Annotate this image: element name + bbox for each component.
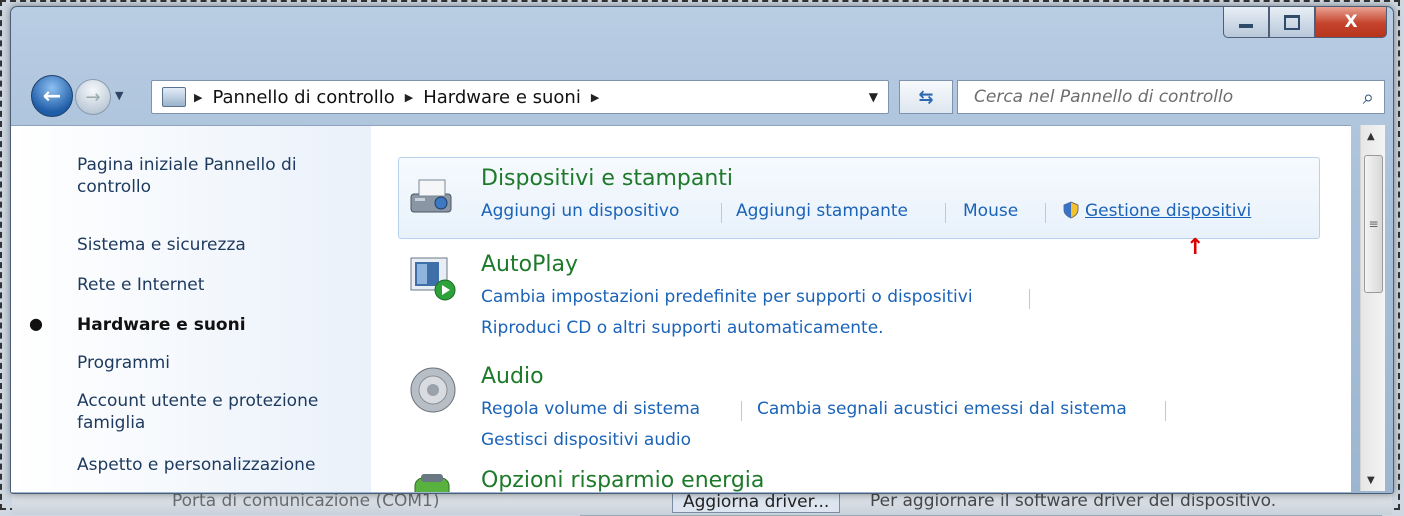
active-bullet-icon: ●	[29, 314, 43, 333]
breadcrumb-separator-icon[interactable]: ▶	[405, 91, 413, 104]
group-devices-printers: Dispositivi e stampanti Aggiungi un disp…	[398, 157, 1320, 239]
minimize-button[interactable]	[1223, 7, 1269, 38]
speaker-icon	[410, 367, 456, 413]
maximize-icon	[1284, 14, 1300, 30]
group-title[interactable]: Dispositivi e stampanti	[481, 166, 733, 191]
close-button[interactable]: X	[1315, 7, 1387, 38]
divider	[741, 401, 742, 421]
battery-icon	[414, 474, 450, 492]
group-title-power[interactable]: Opzioni risparmio energia	[481, 468, 764, 492]
sidebar: Pagina iniziale Pannello di controllo Si…	[11, 125, 371, 492]
annotation-arrow-icon: ↑	[1186, 235, 1205, 260]
scroll-thumb[interactable]: ≡	[1364, 155, 1383, 293]
control-panel-icon	[162, 87, 186, 107]
scroll-down-icon[interactable]: ▼	[1367, 475, 1375, 486]
search-input[interactable]	[972, 86, 1336, 108]
group-title-autoplay[interactable]: AutoPlay	[481, 252, 578, 277]
sidebar-item-appearance[interactable]: Aspetto e personalizzazione	[77, 454, 315, 476]
search-icon[interactable]: ⌕	[1363, 85, 1374, 109]
sidebar-item-programs[interactable]: Programmi	[77, 352, 170, 374]
link-play-cd[interactable]: Riproduci CD o altri supporti automatica…	[481, 318, 884, 338]
back-button[interactable]: ←	[31, 75, 73, 117]
background-text: Porta di comunicazione (COM1)	[172, 491, 440, 511]
address-bar[interactable]: ▶ Pannello di controllo ▶ Hardware e suo…	[151, 80, 889, 114]
link-add-device[interactable]: Aggiungi un dispositivo	[481, 201, 679, 221]
control-panel-window: X ← → ▼ ▶ Pannello di controllo ▶ Hardwa…	[10, 6, 1394, 494]
link-system-sounds[interactable]: Cambia segnali acustici emessi dal siste…	[757, 399, 1127, 419]
printer-camera-icon	[410, 179, 452, 213]
breadcrumb-control-panel[interactable]: Pannello di controllo	[212, 87, 394, 108]
link-mouse[interactable]: Mouse	[963, 201, 1018, 221]
background-button: Aggiorna driver...	[672, 491, 841, 513]
link-autoplay-defaults[interactable]: Cambia impostazioni predefinite per supp…	[481, 287, 973, 307]
sidebar-item-label: Pagina iniziale Pannello di	[77, 155, 297, 175]
group-title-audio[interactable]: Audio	[481, 364, 544, 389]
divider	[1045, 203, 1046, 223]
recent-pages-dropdown-icon[interactable]: ▼	[115, 89, 123, 102]
breadcrumb-hardware[interactable]: Hardware e suoni	[423, 87, 581, 108]
autoplay-icon	[410, 257, 456, 301]
forward-button[interactable]: →	[75, 79, 111, 115]
link-device-manager-label: Gestione dispositivi	[1085, 201, 1252, 221]
link-add-printer[interactable]: Aggiungi stampante	[736, 201, 908, 221]
sidebar-item-label: Account utente e protezione	[77, 391, 319, 411]
sidebar-item-label: controllo	[77, 177, 152, 197]
scroll-up-icon[interactable]: ▲	[1367, 131, 1375, 142]
breadcrumb-separator-icon[interactable]: ▶	[194, 91, 202, 104]
sidebar-item-security[interactable]: Sistema e sicurezza	[77, 234, 246, 256]
breadcrumb-separator-icon[interactable]: ▶	[591, 91, 599, 104]
divider	[1165, 401, 1166, 421]
sidebar-item-accounts[interactable]: Account utente e protezione famiglia	[77, 390, 318, 434]
sidebar-item-hardware[interactable]: Hardware e suoni	[77, 314, 246, 336]
maximize-button[interactable]	[1269, 7, 1315, 38]
link-device-manager[interactable]: Gestione dispositivi	[1063, 201, 1251, 221]
sidebar-item-label: famiglia	[77, 413, 146, 433]
link-audio-devices[interactable]: Gestisci dispositivi audio	[481, 430, 691, 450]
divider	[1029, 289, 1030, 309]
divider	[945, 203, 946, 223]
vertical-scrollbar[interactable]: ▲ ≡ ▼	[1360, 125, 1385, 491]
title-buttons: X	[1223, 7, 1387, 38]
link-system-volume[interactable]: Regola volume di sistema	[481, 399, 700, 419]
divider	[721, 203, 722, 223]
minimize-icon	[1239, 24, 1253, 28]
uac-shield-icon	[1063, 201, 1079, 219]
main-content: Dispositivi e stampanti Aggiungi un disp…	[371, 125, 1351, 492]
refresh-button[interactable]: ⇆	[899, 80, 953, 114]
sidebar-item-network[interactable]: Rete e Internet	[77, 274, 204, 296]
search-box[interactable]: ⌕	[957, 80, 1385, 114]
sidebar-item-home[interactable]: Pagina iniziale Pannello di controllo	[77, 154, 297, 198]
address-dropdown-icon[interactable]: ▼	[869, 90, 878, 104]
refresh-icon: ⇆	[918, 86, 934, 108]
background-text: Per aggiornare il software driver del di…	[870, 491, 1277, 511]
